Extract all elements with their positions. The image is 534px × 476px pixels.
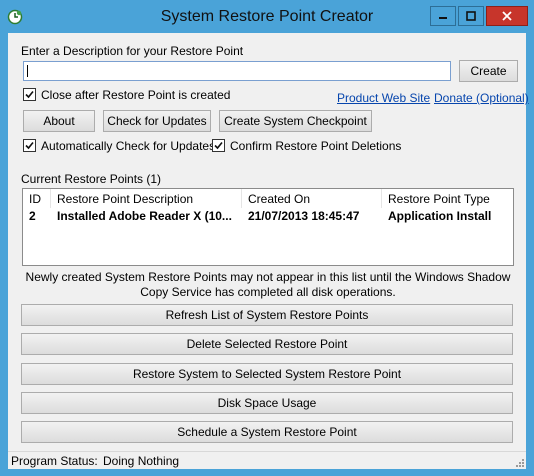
checkmark-icon bbox=[25, 90, 34, 99]
confirm-delete-label: Confirm Restore Point Deletions bbox=[230, 139, 402, 153]
status-bar: Program Status: Doing Nothing bbox=[8, 451, 526, 469]
create-checkpoint-button[interactable]: Create System Checkpoint bbox=[219, 110, 372, 132]
column-header-id[interactable]: ID bbox=[23, 189, 51, 208]
cell-description: Installed Adobe Reader X (10... bbox=[57, 209, 232, 223]
column-header-description[interactable]: Restore Point Description bbox=[51, 189, 242, 208]
check-updates-button[interactable]: Check for Updates bbox=[103, 110, 211, 132]
table-row[interactable]: 2 Installed Adobe Reader X (10... 21/07/… bbox=[23, 208, 513, 225]
create-button[interactable]: Create bbox=[459, 60, 518, 82]
column-header-created-on[interactable]: Created On bbox=[242, 189, 382, 208]
refresh-list-button[interactable]: Refresh List of System Restore Points bbox=[21, 304, 513, 326]
maximize-icon bbox=[466, 11, 476, 21]
schedule-restore-point-button[interactable]: Schedule a System Restore Point bbox=[21, 421, 513, 443]
cell-type: Application Install bbox=[388, 209, 492, 223]
auto-check-label: Automatically Check for Updates bbox=[41, 139, 216, 153]
app-window: System Restore Point Creator Enter a Des… bbox=[0, 0, 534, 476]
close-icon bbox=[502, 11, 512, 21]
title-bar[interactable]: System Restore Point Creator bbox=[0, 0, 534, 36]
checkmark-icon bbox=[25, 141, 34, 150]
close-button[interactable] bbox=[486, 6, 528, 26]
description-input[interactable] bbox=[23, 61, 451, 81]
resize-grip-icon[interactable] bbox=[513, 456, 525, 468]
client-area: Enter a Description for your Restore Poi… bbox=[8, 33, 529, 469]
maximize-button[interactable] bbox=[458, 6, 484, 26]
status-value: Doing Nothing bbox=[103, 454, 180, 468]
minimize-icon bbox=[439, 17, 447, 19]
restore-points-heading: Current Restore Points (1) bbox=[21, 172, 162, 186]
delete-restore-point-button[interactable]: Delete Selected Restore Point bbox=[21, 333, 513, 355]
text-caret bbox=[27, 65, 28, 77]
column-header-type[interactable]: Restore Point Type bbox=[382, 189, 513, 208]
cell-created-on: 21/07/2013 18:45:47 bbox=[248, 209, 360, 223]
restore-points-list[interactable]: ID Restore Point Description Created On … bbox=[22, 188, 514, 266]
notice-text: Newly created System Restore Points may … bbox=[25, 270, 511, 299]
donate-link[interactable]: Donate (Optional) bbox=[434, 91, 529, 105]
close-after-checkbox[interactable] bbox=[23, 88, 36, 101]
product-website-link[interactable]: Product Web Site bbox=[337, 91, 430, 105]
cell-id: 2 bbox=[29, 209, 36, 223]
confirm-delete-checkbox[interactable] bbox=[212, 139, 225, 152]
checkmark-icon bbox=[214, 141, 223, 150]
description-label: Enter a Description for your Restore Poi… bbox=[21, 44, 244, 58]
about-button[interactable]: About bbox=[23, 110, 95, 132]
status-label: Program Status: bbox=[11, 454, 98, 468]
auto-check-checkbox[interactable] bbox=[23, 139, 36, 152]
restore-system-button[interactable]: Restore System to Selected System Restor… bbox=[21, 363, 513, 385]
close-after-label: Close after Restore Point is created bbox=[41, 88, 231, 102]
minimize-button[interactable] bbox=[430, 6, 456, 26]
disk-space-usage-button[interactable]: Disk Space Usage bbox=[21, 392, 513, 414]
